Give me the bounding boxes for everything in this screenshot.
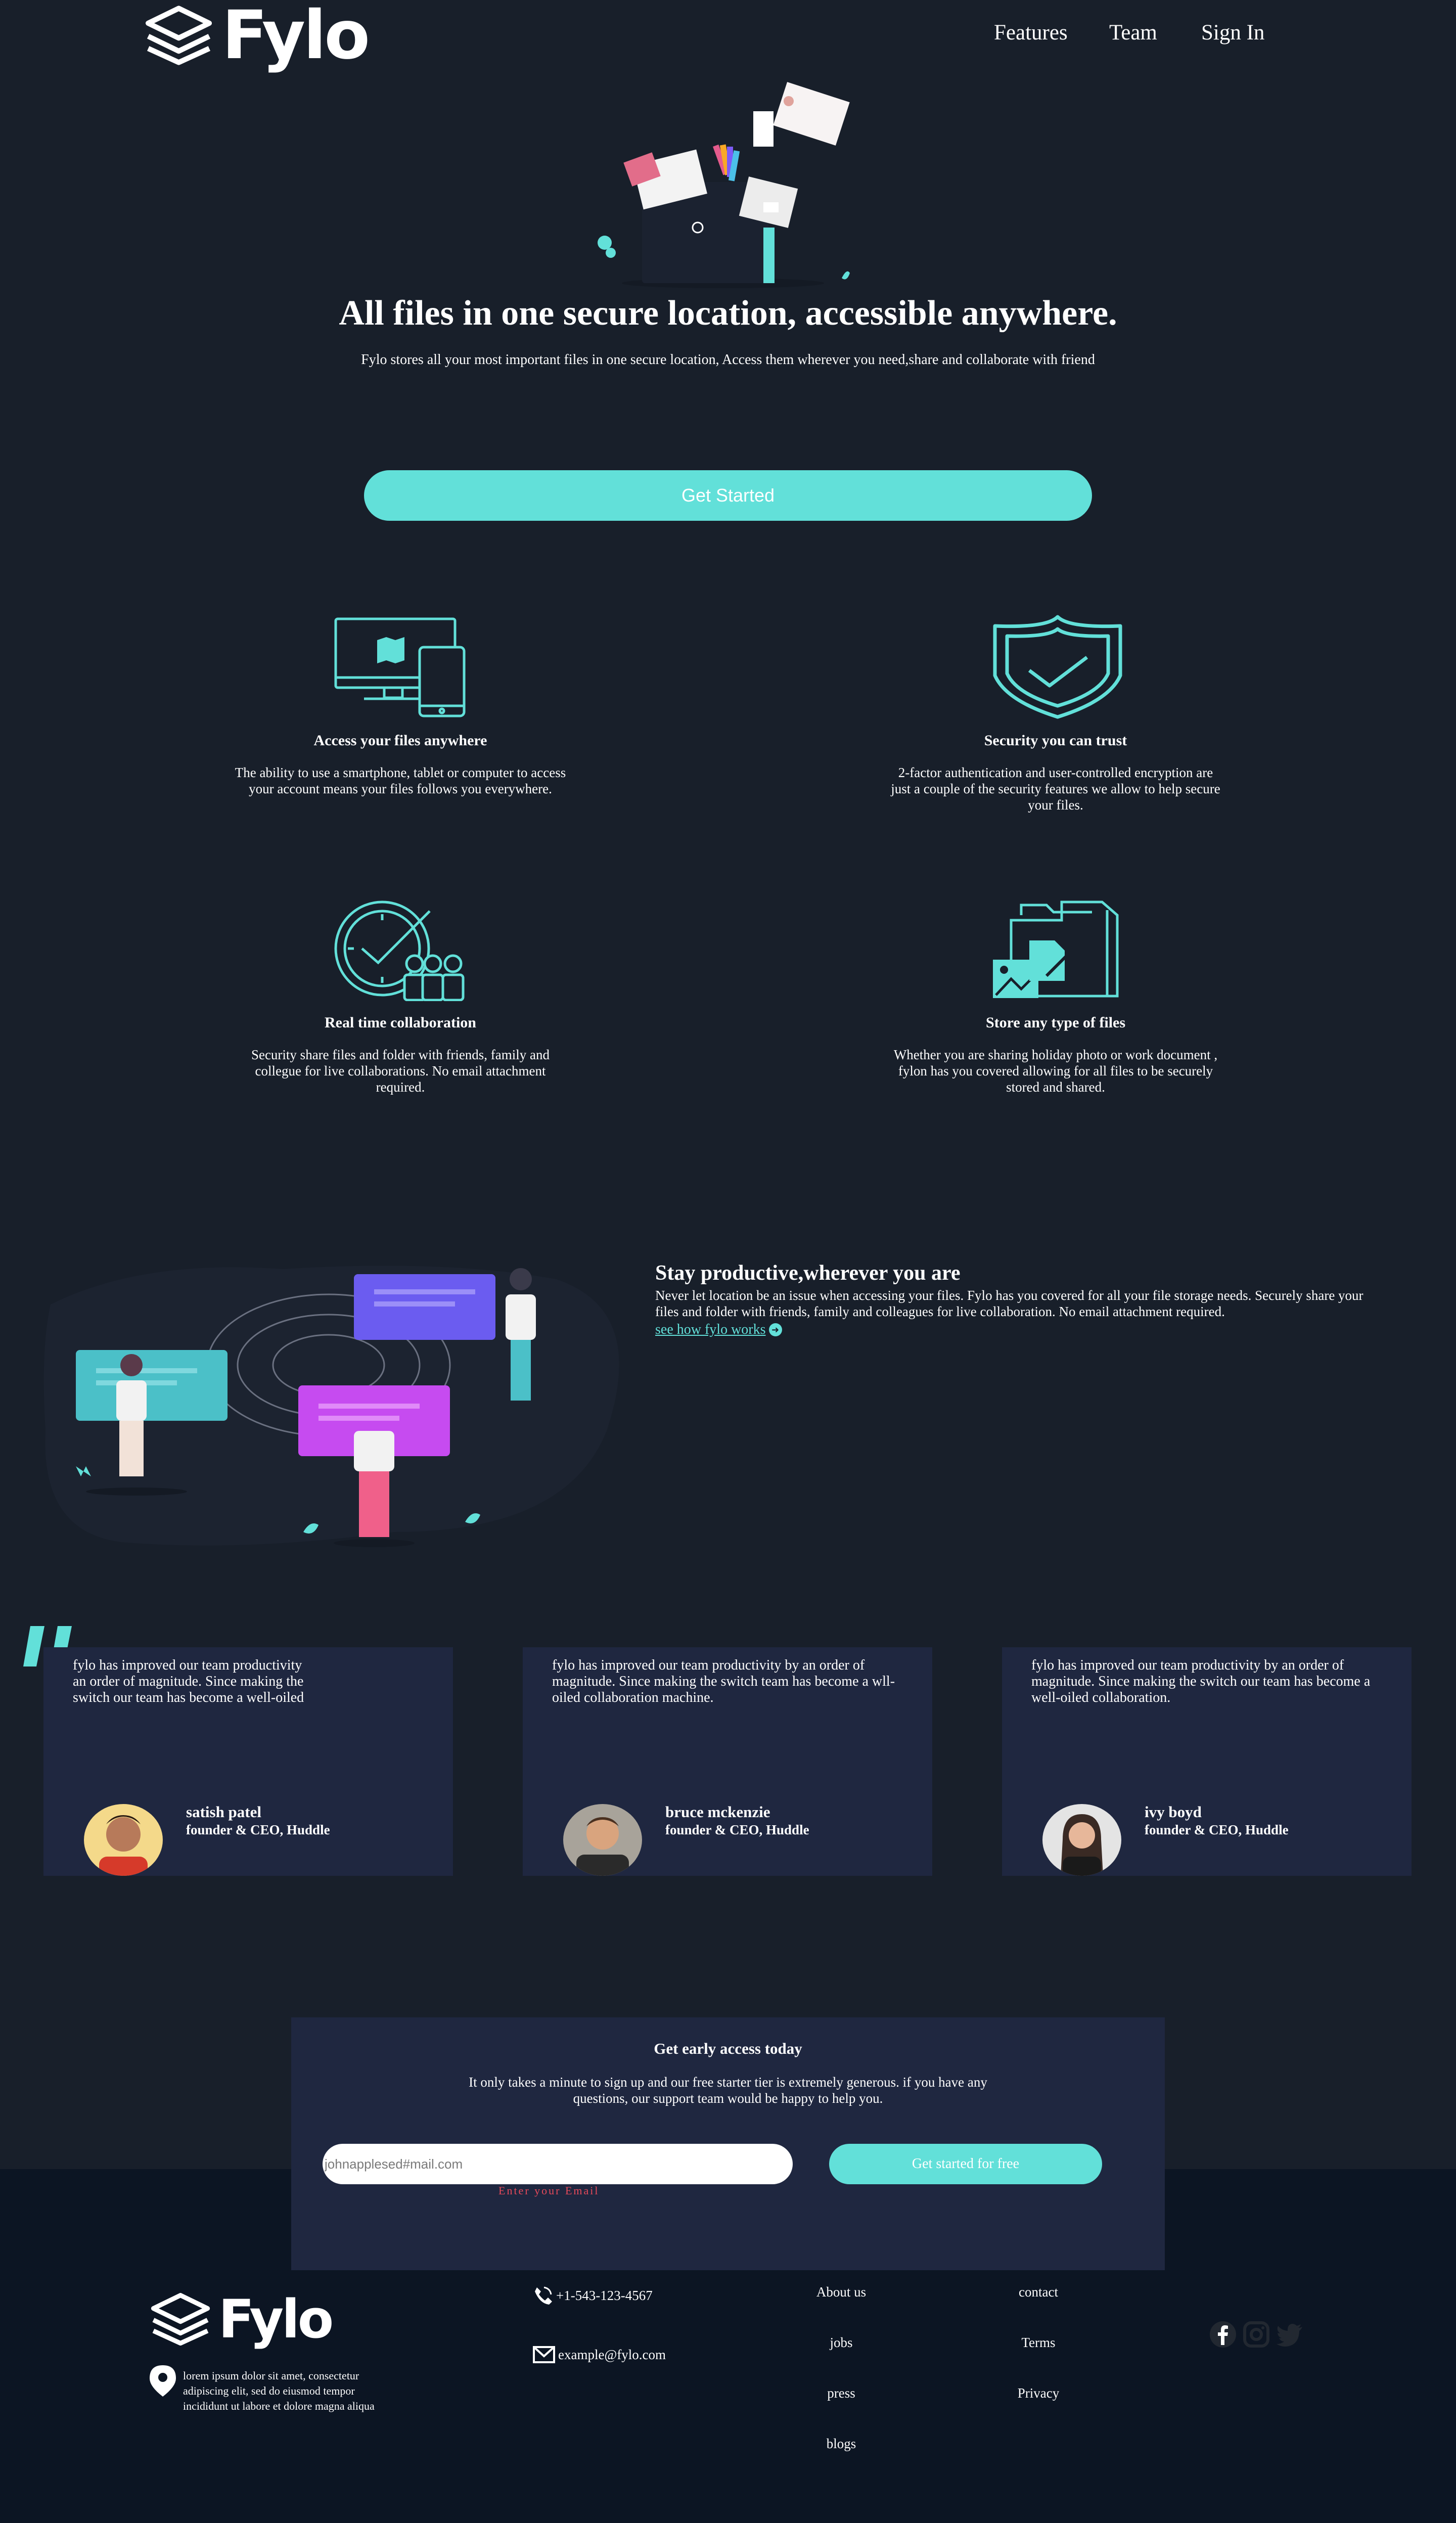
footer-address: lorem ipsum dolor sit amet, consectetur … <box>183 2369 375 2412</box>
feature-text: The ability to use a smartphone, tablet … <box>235 765 566 796</box>
productive-illustration <box>43 1266 619 1547</box>
productive-title: Stay productive,wherever you are <box>655 1262 961 1285</box>
access-devices-icon <box>334 617 466 717</box>
file-types-icon <box>993 900 1119 998</box>
footer-link-jobs[interactable]: jobs <box>791 2335 892 2351</box>
footer-phone[interactable]: +1-543-123-4567 <box>533 2285 653 2306</box>
footer-link-contact[interactable]: contact <box>988 2284 1089 2300</box>
hero-subtitle: Fylo stores all your most important file… <box>361 352 1095 368</box>
main-nav: Features Team Sign In <box>0 20 1456 51</box>
early-access-text: It only takes a minute to sign up and ou… <box>469 2075 987 2106</box>
feature-access: Access your files anywhere The ability t… <box>218 732 582 797</box>
footer-link-press[interactable]: press <box>791 2385 892 2401</box>
footer-link-terms[interactable]: Terms <box>988 2335 1089 2351</box>
footer-phone-text: +1-543-123-4567 <box>556 2287 653 2303</box>
collaboration-icon <box>334 900 465 1001</box>
avatar <box>563 1804 642 1876</box>
testimonial-quote: fylo has improved our team productivity … <box>552 1657 895 1705</box>
nav-features[interactable]: Features <box>994 20 1068 45</box>
hero-illustration <box>598 82 850 288</box>
feature-title: Store any type of files <box>985 1014 1126 1031</box>
feature-title: Access your files anywhere <box>313 732 487 749</box>
footer-link-blogs[interactable]: blogs <box>791 2436 892 2452</box>
mail-icon <box>533 2346 555 2363</box>
feature-text: Whether you are sharing holiday photo or… <box>893 1047 1218 1095</box>
avatar <box>84 1804 163 1876</box>
feature-title: Security you can trust <box>984 732 1127 749</box>
feature-collaboration: Real time collaboration Security share f… <box>218 1014 582 1095</box>
productive-text: Never let location be an issue when acce… <box>655 1288 1363 1319</box>
testimonial-quote: fylo has improved our team productivity … <box>73 1657 304 1705</box>
footer-link-about[interactable]: About us <box>791 2284 892 2300</box>
testimonial-name: satish patel <box>186 1803 261 1821</box>
footer-link-privacy[interactable]: Privacy <box>988 2385 1089 2401</box>
twitter-icon[interactable] <box>1275 2320 1304 2349</box>
see-how-fylo-works-link[interactable]: see how fylo works ➜ <box>655 1322 782 1338</box>
testimonial-role: founder & CEO, Huddle <box>1145 1822 1289 1837</box>
get-started-free-button[interactable]: Get started for free <box>829 2144 1102 2184</box>
nav-sign-in[interactable]: Sign In <box>1201 20 1264 45</box>
footer-email[interactable]: example@fylo.com <box>533 2346 666 2363</box>
testimonial-card: fylo has improved our team productivity … <box>43 1647 453 1876</box>
footer-logo[interactable]: Fylo <box>150 2291 342 2347</box>
testimonial-name: ivy boyd <box>1145 1803 1202 1821</box>
get-started-button[interactable]: Get Started <box>364 470 1092 521</box>
arrow-right-icon: ➜ <box>768 1323 782 1336</box>
feature-title: Real time collaboration <box>325 1014 476 1031</box>
feature-text: 2-factor authentication and user-control… <box>891 765 1220 813</box>
feature-text: Security share files and folder with fri… <box>251 1047 550 1095</box>
hero-title: All files in one secure location, access… <box>339 294 1117 333</box>
feature-file-types: Store any type of files Whether you are … <box>874 1014 1238 1095</box>
location-pin-icon <box>150 2365 176 2397</box>
see-how-link-label: see how fylo works <box>655 1322 766 1337</box>
facebook-icon[interactable] <box>1208 2320 1238 2349</box>
avatar <box>1042 1804 1121 1876</box>
email-input[interactable] <box>323 2144 793 2184</box>
testimonial-role: founder & CEO, Huddle <box>665 1822 809 1837</box>
testimonial-name: bruce mckenzie <box>665 1803 770 1821</box>
footer-email-text: example@fylo.com <box>558 2347 666 2362</box>
security-shield-icon <box>993 615 1122 719</box>
testimonial-card: fylo has improved our team productivity … <box>1002 1647 1412 1876</box>
early-access-title: Get early access today <box>654 2040 802 2057</box>
feature-security: Security you can trust 2-factor authenti… <box>874 732 1238 813</box>
testimonial-card: fylo has improved our team productivity … <box>523 1647 932 1876</box>
social-links <box>1208 2320 1304 2349</box>
nav-team[interactable]: Team <box>1109 20 1157 45</box>
logo-layers-icon <box>151 2293 210 2346</box>
email-error-message: Enter your Email <box>498 2184 600 2197</box>
testimonial-quote: fylo has improved our team productivity … <box>1031 1657 1371 1705</box>
phone-icon <box>535 2286 552 2305</box>
instagram-icon[interactable] <box>1242 2320 1271 2349</box>
footer-logo-text: Fylo <box>218 2288 334 2350</box>
early-access-section: Get early access today It only takes a m… <box>291 2017 1165 2270</box>
testimonial-role: founder & CEO, Huddle <box>186 1822 330 1837</box>
